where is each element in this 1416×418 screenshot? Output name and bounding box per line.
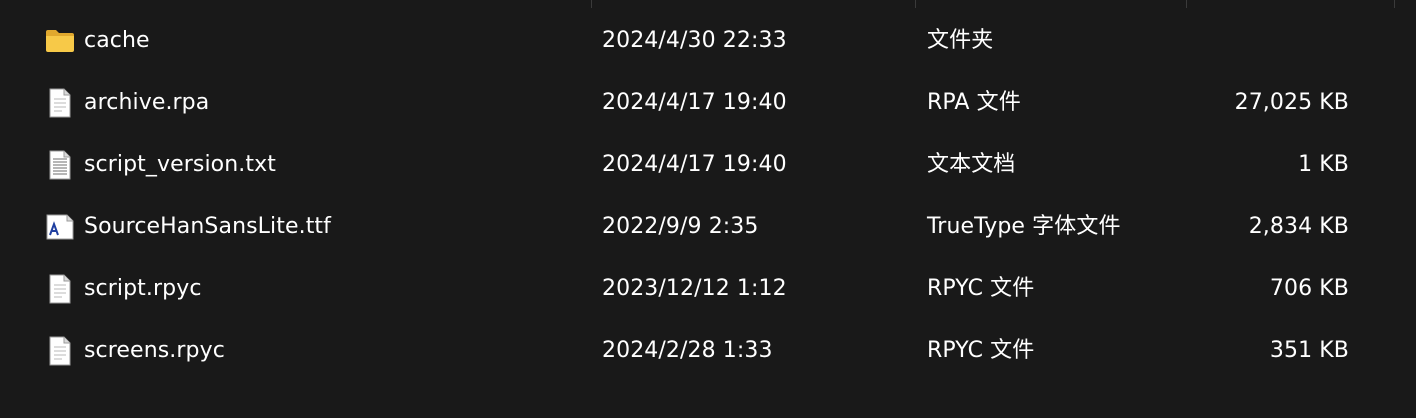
file-size: 1 KB (1298, 152, 1349, 177)
file-type: RPYC 文件 (927, 338, 1035, 363)
file-type: TrueType 字体文件 (927, 214, 1121, 239)
column-divider[interactable] (1394, 0, 1395, 8)
file-date-modified: 2024/4/17 19:40 (602, 152, 787, 177)
file-name: cache (84, 28, 150, 53)
file-name: script_version.txt (84, 152, 276, 177)
file-date-modified: 2022/9/9 2:35 (602, 214, 759, 239)
file-row-archive-rpa[interactable]: archive.rpa 2024/4/17 19:40 RPA 文件 27,02… (0, 74, 1416, 132)
file-type: 文本文档 (927, 152, 1016, 177)
file-size: 2,834 KB (1248, 214, 1349, 239)
file-size: 27,025 KB (1234, 90, 1349, 115)
file-icon (45, 88, 75, 118)
file-row-script-rpyc[interactable]: script.rpyc 2023/12/12 1:12 RPYC 文件 706 … (0, 260, 1416, 318)
font-file-icon (45, 212, 75, 242)
file-row-sourcehansanslite-ttf[interactable]: SourceHanSansLite.ttf 2022/9/9 2:35 True… (0, 198, 1416, 256)
file-list: cache 2024/4/30 22:33 文件夹 archive.rpa 20… (0, 0, 1416, 418)
file-icon (45, 274, 75, 304)
column-divider[interactable] (915, 0, 916, 8)
file-icon (45, 336, 75, 366)
file-size: 351 KB (1269, 338, 1349, 363)
column-divider[interactable] (1186, 0, 1187, 8)
file-name: archive.rpa (84, 90, 210, 115)
file-row-screens-rpyc[interactable]: screens.rpyc 2024/2/28 1:33 RPYC 文件 351 … (0, 322, 1416, 380)
file-name: script.rpyc (84, 276, 202, 301)
file-name: SourceHanSansLite.ttf (84, 214, 332, 239)
folder-icon (45, 26, 75, 56)
column-divider[interactable] (591, 0, 592, 8)
file-type: RPYC 文件 (927, 276, 1035, 301)
file-date-modified: 2024/2/28 1:33 (602, 338, 773, 363)
file-date-modified: 2024/4/30 22:33 (602, 28, 787, 53)
text-file-icon (45, 150, 75, 180)
file-type: 文件夹 (927, 28, 994, 53)
file-type: RPA 文件 (927, 90, 1021, 115)
file-row-script-version-txt[interactable]: script_version.txt 2024/4/17 19:40 文本文档 … (0, 136, 1416, 194)
file-row-cache[interactable]: cache 2024/4/30 22:33 文件夹 (0, 12, 1416, 70)
file-date-modified: 2023/12/12 1:12 (602, 276, 787, 301)
file-date-modified: 2024/4/17 19:40 (602, 90, 787, 115)
file-size: 706 KB (1269, 276, 1349, 301)
file-name: screens.rpyc (84, 338, 225, 363)
